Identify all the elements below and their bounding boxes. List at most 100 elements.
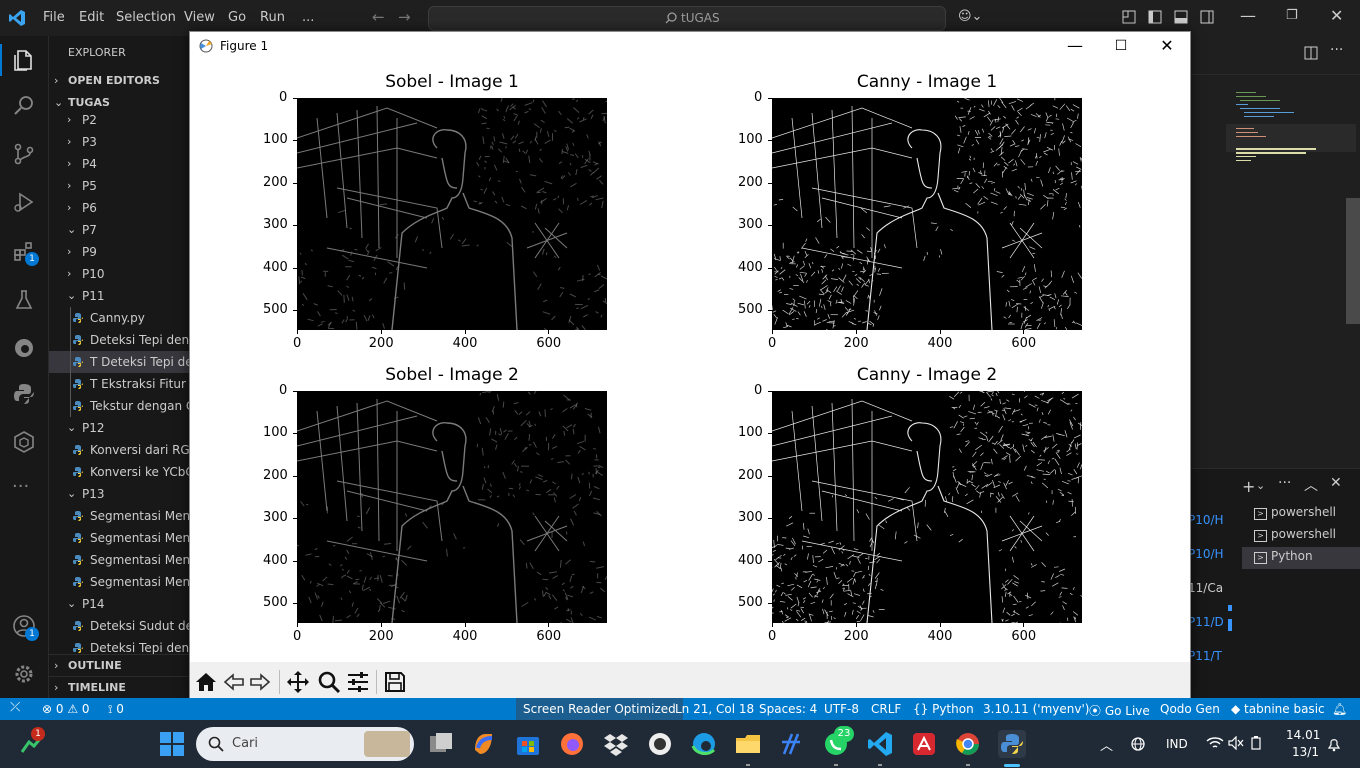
input-language[interactable]: IND bbox=[1166, 737, 1188, 751]
maximize-panel-icon[interactable]: ︿ bbox=[1304, 475, 1318, 495]
taskbar-search[interactable]: Cari bbox=[196, 727, 414, 761]
menu-edit[interactable]: Edit bbox=[79, 10, 104, 25]
dropbox-icon[interactable] bbox=[602, 730, 630, 758]
tray-chevron-icon[interactable]: ︿ bbox=[1100, 735, 1113, 754]
run-debug-icon[interactable] bbox=[12, 190, 36, 214]
notifications-bell-icon[interactable]: 🔔︎ bbox=[1332, 702, 1347, 716]
configure-subplots-icon[interactable] bbox=[346, 670, 370, 694]
restore-icon[interactable]: ❐ bbox=[1286, 8, 1298, 23]
terminal-tab[interactable]: > powershell bbox=[1254, 527, 1336, 542]
more-icon[interactable]: ··· bbox=[12, 476, 29, 497]
cursor-position[interactable]: Ln 21, Col 18 bbox=[675, 702, 754, 716]
folder-item[interactable]: › P3 bbox=[49, 131, 190, 153]
microsoft-store-icon[interactable] bbox=[514, 730, 542, 758]
menu-selection[interactable]: Selection bbox=[116, 10, 176, 25]
settings-gear-icon[interactable] bbox=[12, 662, 36, 686]
back-arrow-icon[interactable]: ← bbox=[372, 8, 385, 26]
folder-item[interactable]: ⌄ P12 bbox=[49, 417, 190, 439]
source-control-icon[interactable] bbox=[12, 142, 36, 166]
chevron-down-icon[interactable]: ⌄ bbox=[1256, 479, 1265, 492]
acrobat-icon[interactable] bbox=[910, 730, 938, 758]
folder-item[interactable]: › P4 bbox=[49, 153, 190, 175]
minimize-icon[interactable]: — bbox=[1240, 6, 1256, 25]
screen-reader-status[interactable]: Screen Reader Optimized bbox=[516, 698, 683, 720]
file-item[interactable]: Segmentasi Meng bbox=[49, 571, 190, 593]
app-slash-icon[interactable] bbox=[778, 730, 806, 758]
figure-minimize-button[interactable]: — bbox=[1052, 32, 1098, 60]
folder-item[interactable]: › P9 bbox=[49, 241, 190, 263]
folder-item[interactable]: ⌄ P11 bbox=[49, 285, 190, 307]
folder-item[interactable]: ⌄ P14 bbox=[49, 593, 190, 615]
panel-more-icon[interactable]: ··· bbox=[1278, 475, 1291, 491]
tabnine-status[interactable]: ◆ tabnine basic bbox=[1231, 702, 1325, 716]
copilot-icon[interactable] bbox=[470, 730, 498, 758]
menu-run[interactable]: Run bbox=[260, 10, 285, 25]
menu-view[interactable]: View bbox=[184, 10, 215, 25]
notification-bell-icon[interactable] bbox=[1326, 736, 1342, 752]
problems-indicator[interactable]: ⊗ 0 ⚠ 0 bbox=[42, 702, 90, 716]
eol-status[interactable]: CRLF bbox=[871, 702, 901, 716]
folder-item[interactable]: › P6 bbox=[49, 197, 190, 219]
explorer-icon[interactable] bbox=[12, 48, 36, 72]
toggle-secondary-sidebar-icon[interactable] bbox=[1200, 10, 1214, 24]
windows-start-icon[interactable] bbox=[158, 730, 186, 758]
forward-icon[interactable] bbox=[248, 670, 272, 694]
search-icon[interactable] bbox=[12, 94, 36, 118]
ports-indicator[interactable]: ⟟ 0 bbox=[108, 702, 124, 717]
wifi-icon[interactable] bbox=[1206, 736, 1224, 750]
figure-maximize-button[interactable]: ☐ bbox=[1098, 32, 1144, 60]
folder-item[interactable]: › P5 bbox=[49, 175, 190, 197]
forward-arrow-icon[interactable]: → bbox=[398, 8, 411, 26]
command-center-search[interactable]: tUGAS bbox=[428, 6, 946, 31]
app-round-icon[interactable] bbox=[646, 730, 674, 758]
file-item[interactable]: Segmentasi Meng bbox=[49, 505, 190, 527]
menu-more[interactable]: ... bbox=[302, 10, 314, 25]
file-item[interactable]: Segmentasi Meng bbox=[49, 549, 190, 571]
new-terminal-icon[interactable]: + bbox=[1242, 477, 1255, 496]
file-explorer-icon[interactable] bbox=[734, 730, 762, 758]
folder-item[interactable]: ⌄ P13 bbox=[49, 483, 190, 505]
python-interpreter[interactable]: 3.10.11 ('myenv') bbox=[983, 702, 1089, 716]
file-item[interactable]: Segmentasi Meng bbox=[49, 527, 190, 549]
save-figure-icon[interactable] bbox=[383, 670, 407, 694]
qodo-gen-status[interactable]: Qodo Gen bbox=[1160, 702, 1220, 716]
pan-icon[interactable] bbox=[286, 670, 310, 694]
indentation-status[interactable]: Spaces: 4 bbox=[759, 702, 817, 716]
editor-more-icon[interactable]: ··· bbox=[1330, 42, 1343, 58]
edge-icon[interactable] bbox=[690, 730, 718, 758]
figure-close-button[interactable]: ✕ bbox=[1144, 32, 1190, 60]
toggle-sidebar-icon[interactable] bbox=[1148, 10, 1162, 24]
customize-layout-icon[interactable] bbox=[1122, 10, 1136, 24]
python-icon[interactable] bbox=[12, 382, 36, 406]
clock-time[interactable]: 14.01 bbox=[1286, 728, 1320, 742]
vscode-icon[interactable] bbox=[866, 730, 894, 758]
file-item[interactable]: Deteksi Sudut de bbox=[49, 615, 190, 637]
folder-item[interactable]: › P10 bbox=[49, 263, 190, 285]
terminal-tab[interactable]: > powershell bbox=[1254, 505, 1336, 520]
toggle-panel-icon[interactable] bbox=[1174, 10, 1188, 24]
remote-explorer-icon[interactable] bbox=[12, 430, 36, 454]
volume-muted-icon[interactable] bbox=[1228, 736, 1244, 750]
go-live-button[interactable]: ⦿ Go Live bbox=[1089, 702, 1150, 719]
file-item[interactable]: Konversi ke YCbC bbox=[49, 461, 190, 483]
timeline-section[interactable]: › TIMELINE bbox=[49, 676, 190, 698]
remote-indicator-icon[interactable]: ⤫ bbox=[10, 700, 20, 715]
edge-devtools-icon[interactable] bbox=[12, 336, 36, 360]
menu-go[interactable]: Go bbox=[228, 10, 246, 25]
close-panel-icon[interactable]: ✕ bbox=[1330, 475, 1342, 491]
folder-item[interactable]: › P2 bbox=[49, 109, 190, 131]
file-item[interactable]: Konversi dari RGE bbox=[49, 439, 190, 461]
encoding-status[interactable]: UTF-8 bbox=[824, 702, 859, 716]
editor-scrollbar[interactable] bbox=[1346, 198, 1360, 324]
open-editors-section[interactable]: › OPEN EDITORS bbox=[49, 70, 190, 92]
outline-section[interactable]: › OUTLINE bbox=[49, 654, 190, 677]
zoom-icon[interactable] bbox=[317, 670, 341, 694]
testing-flask-icon[interactable] bbox=[12, 288, 36, 312]
copilot-icon[interactable]: ☺⌄ bbox=[958, 9, 982, 24]
battery-icon[interactable] bbox=[1250, 736, 1262, 750]
python-app-icon[interactable] bbox=[998, 730, 1026, 758]
split-editor-icon[interactable] bbox=[1304, 46, 1318, 60]
menu-file[interactable]: File bbox=[43, 10, 65, 25]
folder-item[interactable]: ⌄ P7 bbox=[49, 219, 190, 241]
back-icon[interactable] bbox=[222, 670, 246, 694]
